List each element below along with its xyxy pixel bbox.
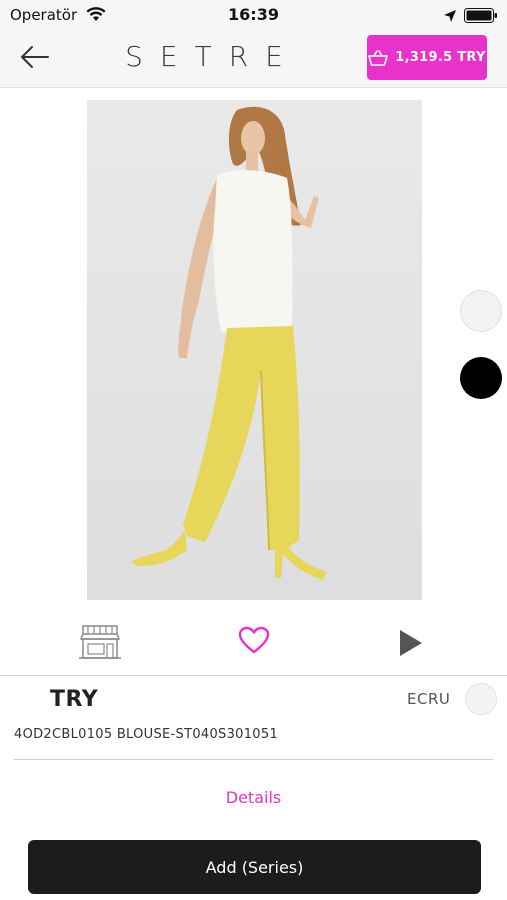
navigation-bar: SETRE 1,319.5 TRY: [0, 30, 507, 88]
battery-icon: [464, 8, 498, 27]
play-button[interactable]: [399, 629, 423, 661]
color-swatch-white[interactable]: [460, 290, 502, 332]
store-button[interactable]: [79, 624, 121, 664]
back-button[interactable]: [18, 42, 52, 76]
play-icon: [399, 630, 423, 661]
product-code: 4OD2CBL0105 BLOUSE-ST040S301051: [14, 727, 279, 742]
store-icon: [79, 625, 121, 664]
action-row: [0, 612, 507, 676]
favorite-button[interactable]: [238, 626, 270, 658]
divider: [14, 759, 493, 760]
selected-color-swatch[interactable]: [465, 683, 497, 715]
product-price: TRY: [50, 687, 99, 712]
cart-button[interactable]: 1,319.5 TRY: [367, 35, 487, 80]
status-bar: Operatör 16:39: [0, 0, 507, 30]
model-photo: [131, 106, 327, 580]
arrow-left-icon: [20, 45, 50, 73]
color-swatch-black[interactable]: [460, 357, 502, 399]
brand-logo: SETRE: [125, 40, 300, 73]
heart-icon: [238, 626, 270, 658]
location-arrow-icon: [443, 8, 457, 27]
details-link[interactable]: Details: [0, 788, 507, 807]
selected-color-name: ECRU: [407, 690, 451, 708]
cart-total: 1,319.5 TRY: [395, 50, 486, 65]
basket-icon: [368, 49, 389, 66]
product-image[interactable]: [87, 100, 422, 600]
clock: 16:39: [228, 5, 279, 24]
add-series-button[interactable]: Add (Series): [28, 840, 481, 894]
